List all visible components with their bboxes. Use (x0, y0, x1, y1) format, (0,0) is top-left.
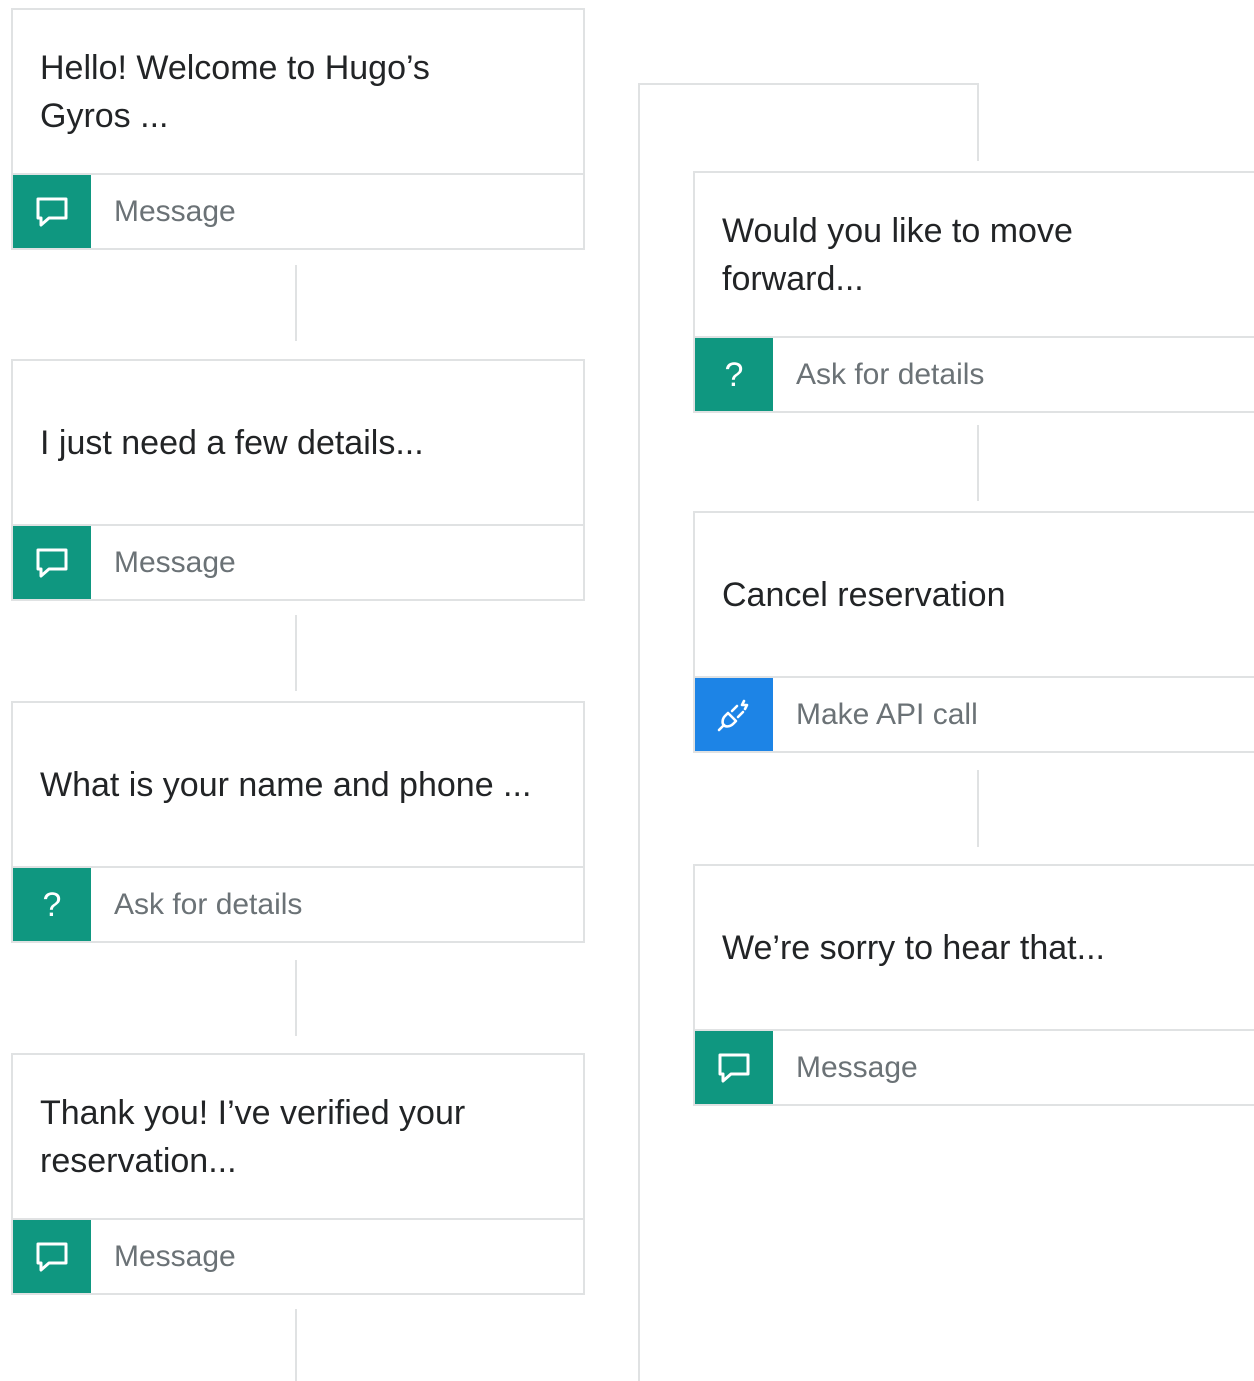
question-mark-icon: ? (13, 868, 91, 941)
node-footer: ? Ask for details (695, 338, 1254, 411)
node-text: We’re sorry to hear that... (695, 866, 1254, 1031)
node-type-label: Message (114, 545, 236, 579)
node-type-label: Message (796, 1050, 918, 1084)
node-text: What is your name and phone ... (13, 703, 583, 868)
connector-line (295, 960, 297, 1036)
flow-node-details-message[interactable]: I just need a few details... Message (11, 359, 585, 601)
node-text: I just need a few details... (13, 361, 583, 526)
flow-node-welcome-message[interactable]: Hello! Welcome to Hugo’s Gyros ... Messa… (11, 8, 585, 250)
node-footer: Message (695, 1031, 1254, 1104)
plug-icon (695, 678, 773, 751)
node-footer: Message (13, 175, 583, 248)
question-mark-icon: ? (695, 338, 773, 411)
flow-node-name-phone-question[interactable]: What is your name and phone ... ? Ask fo… (11, 701, 585, 943)
chat-bubble-icon (13, 526, 91, 599)
node-type-label: Message (114, 194, 236, 228)
branch-line-horizontal (638, 83, 979, 85)
node-text: Thank you! I’ve verified your reservatio… (13, 1055, 583, 1220)
flow-node-sorry-message[interactable]: We’re sorry to hear that... Message (693, 864, 1254, 1106)
chat-bubble-icon (695, 1031, 773, 1104)
node-text: Hello! Welcome to Hugo’s Gyros ... (13, 10, 583, 175)
chat-bubble-icon (13, 175, 91, 248)
branch-line-vertical (638, 83, 640, 1381)
connector-line (295, 615, 297, 691)
node-type-label: Ask for details (796, 357, 985, 391)
chat-bubble-icon (13, 1220, 91, 1293)
flow-node-move-forward-question[interactable]: Would you like to move forward... ? Ask … (693, 171, 1254, 413)
connector-line (977, 425, 979, 501)
node-type-label: Ask for details (114, 887, 303, 921)
node-footer: ? Ask for details (13, 868, 583, 941)
node-footer: Message (13, 1220, 583, 1293)
connector-line (295, 265, 297, 341)
flow-node-cancel-reservation-api[interactable]: Cancel reservation Make API call (693, 511, 1254, 753)
connector-line (977, 83, 979, 161)
node-text: Would you like to move forward... (695, 173, 1254, 338)
node-footer: Make API call (695, 678, 1254, 751)
connector-line (295, 1309, 297, 1381)
node-type-label: Make API call (796, 697, 978, 731)
node-text: Cancel reservation (695, 513, 1254, 678)
flow-node-verified-message[interactable]: Thank you! I’ve verified your reservatio… (11, 1053, 585, 1295)
connector-line (977, 770, 979, 847)
node-footer: Message (13, 526, 583, 599)
node-type-label: Message (114, 1239, 236, 1273)
